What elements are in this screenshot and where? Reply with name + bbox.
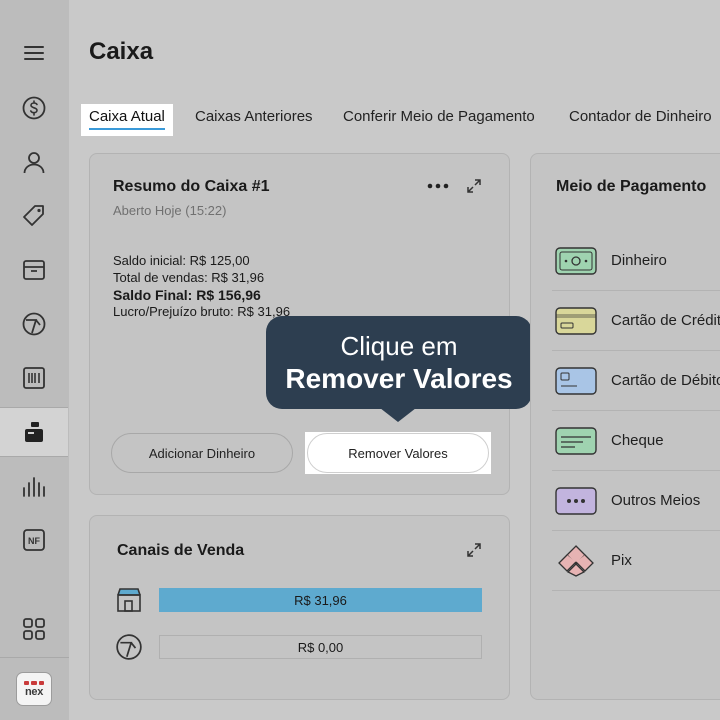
credit-card-icon — [555, 306, 597, 335]
payment-row-cheque[interactable]: Cheque — [552, 411, 720, 471]
debit-card-icon — [555, 366, 597, 395]
nex-logo[interactable]: nex — [16, 672, 52, 706]
more-dots-icon — [427, 183, 449, 189]
payment-label: Cartão de Débito — [611, 372, 720, 389]
channel-icon — [22, 312, 46, 336]
payment-label: Outros Meios — [611, 492, 701, 509]
sidebar-item-products[interactable] — [0, 191, 68, 241]
cash-register-icon — [25, 422, 43, 442]
tab-caixa-atual[interactable]: Caixa Atual — [81, 104, 173, 136]
payment-label: Cheque — [611, 432, 664, 449]
sidebar-item-reports[interactable] — [0, 462, 68, 512]
page-title: Caixa — [89, 38, 154, 65]
expand-summary-button[interactable] — [464, 176, 484, 196]
remove-values-button[interactable]: Remover Valores — [307, 433, 489, 473]
tag-icon — [23, 205, 44, 226]
barcode-icon — [23, 367, 45, 389]
tooltip-line-1: Clique em — [340, 331, 458, 361]
channel-bar-online: R$ 0,00 — [159, 635, 482, 659]
saldo-inicial: Saldo inicial: R$ 125,00 — [113, 253, 250, 268]
payment-label: Pix — [611, 552, 632, 569]
tab-contador-dinheiro[interactable]: Contador de Dinheiro — [569, 104, 712, 136]
payment-row-debito[interactable]: Cartão de Débito — [552, 351, 720, 411]
cheque-icon — [555, 426, 597, 455]
payment-row-outros[interactable]: Outros Meios — [552, 471, 720, 531]
payment-row-pix[interactable]: Pix — [552, 531, 720, 591]
nex-logo-text: nex — [24, 685, 44, 698]
grid-icon — [23, 618, 45, 640]
tooltip-line-2: Remover Valores — [285, 363, 513, 394]
nex-logo-bars — [24, 680, 44, 685]
lucro-prejuizo: Lucro/Prejuízo bruto: R$ 31,96 — [113, 304, 291, 319]
payment-title: Meio de Pagamento — [556, 178, 707, 195]
tab-label: Caixa Atual — [89, 104, 165, 130]
sidebar-item-stock[interactable] — [0, 245, 68, 295]
payment-row-credito[interactable]: Cartão de Crédito — [552, 291, 720, 351]
expand-channels-button[interactable] — [464, 540, 484, 560]
sidebar-item-channels[interactable] — [0, 299, 68, 349]
payment-label: Cartão de Crédito — [611, 312, 720, 329]
chart-bars-icon — [23, 477, 45, 497]
summary-title: Resumo do Caixa #1 — [113, 178, 270, 195]
tab-bar: Caixa Atual Caixas Anteriores Conferir M… — [0, 104, 720, 136]
payment-label: Dinheiro — [611, 252, 667, 269]
tooltip-arrow — [380, 408, 416, 422]
summary-subtitle: Aberto Hoje (15:22) — [113, 203, 227, 218]
cash-icon — [555, 246, 597, 275]
saldo-final: Saldo Final: R$ 156,96 — [113, 287, 261, 303]
box-icon — [23, 260, 45, 280]
nf-icon: NF — [23, 529, 45, 551]
sidebar-item-nf[interactable]: NF — [0, 515, 68, 565]
sidebar-item-apps[interactable] — [0, 604, 68, 654]
tutorial-tooltip: Clique em Remover Valores — [266, 316, 532, 422]
online-channel-icon — [114, 632, 144, 662]
expand-icon — [467, 543, 481, 557]
user-icon — [23, 152, 45, 174]
sidebar-divider — [0, 657, 69, 658]
sidebar-item-customers[interactable] — [0, 137, 68, 187]
store-channel-icon — [113, 585, 145, 615]
tab-caixas-anteriores[interactable]: Caixas Anteriores — [195, 104, 313, 136]
payment-row-dinheiro[interactable]: Dinheiro — [552, 231, 720, 291]
tab-conferir-meio-pagamento[interactable]: Conferir Meio de Pagamento — [343, 104, 535, 136]
channel-bar-store: R$ 31,96 — [159, 588, 482, 612]
nf-icon-text: NF — [28, 536, 40, 546]
pix-icon — [555, 544, 597, 577]
sidebar-item-cash-register[interactable] — [0, 407, 68, 457]
sidebar-item-barcode[interactable] — [0, 353, 68, 403]
menu-button[interactable] — [0, 28, 68, 78]
menu-icon — [24, 46, 44, 60]
channel-icon — [116, 634, 142, 660]
channels-title: Canais de Venda — [117, 542, 245, 559]
more-options-button[interactable] — [426, 176, 450, 196]
total-vendas: Total de vendas: R$ 31,96 — [113, 270, 265, 285]
add-money-button[interactable]: Adicionar Dinheiro — [111, 433, 293, 473]
store-icon — [117, 588, 141, 612]
expand-icon — [467, 179, 481, 193]
dots-icon — [555, 486, 597, 515]
